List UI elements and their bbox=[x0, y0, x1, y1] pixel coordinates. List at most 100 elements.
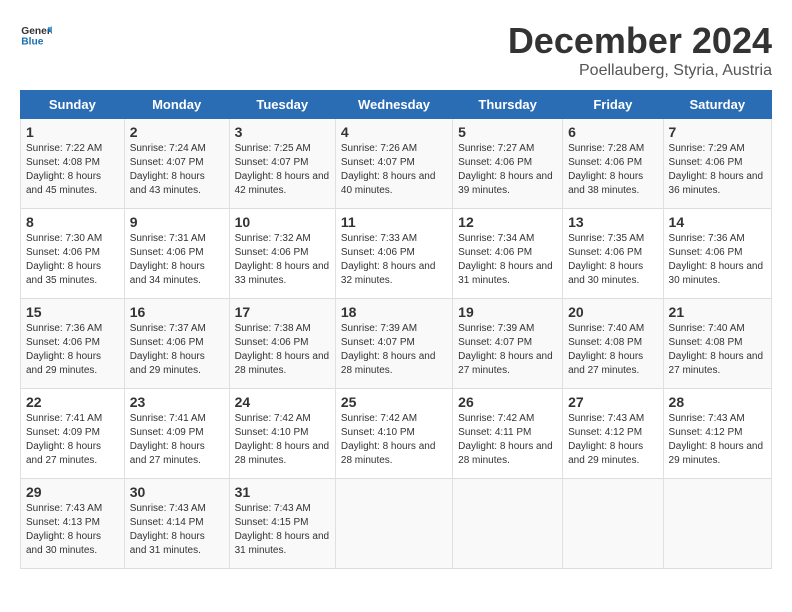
day-number: 11 bbox=[341, 214, 447, 230]
daylight-label: Daylight: 8 hours and 29 minutes. bbox=[669, 441, 764, 466]
daylight-label: Daylight: 8 hours and 31 minutes. bbox=[130, 531, 205, 556]
header: General Blue December 2024 Poellauberg, … bbox=[20, 20, 772, 80]
day-info: Sunrise: 7:43 AM Sunset: 4:14 PM Dayligh… bbox=[130, 502, 224, 558]
daylight-label: Daylight: 8 hours and 33 minutes. bbox=[235, 261, 330, 286]
calendar-week-1: 1 Sunrise: 7:22 AM Sunset: 4:08 PM Dayli… bbox=[21, 119, 772, 209]
calendar-cell: 29 Sunrise: 7:43 AM Sunset: 4:13 PM Dayl… bbox=[21, 479, 125, 569]
sunrise-label: Sunrise: 7:35 AM bbox=[568, 233, 644, 244]
calendar-cell bbox=[563, 479, 663, 569]
calendar-cell: 28 Sunrise: 7:43 AM Sunset: 4:12 PM Dayl… bbox=[663, 389, 771, 479]
calendar-cell bbox=[453, 479, 563, 569]
daylight-label: Daylight: 8 hours and 28 minutes. bbox=[235, 351, 330, 376]
sunrise-label: Sunrise: 7:43 AM bbox=[235, 503, 311, 514]
day-number: 27 bbox=[568, 394, 657, 410]
daylight-label: Daylight: 8 hours and 34 minutes. bbox=[130, 261, 205, 286]
day-info: Sunrise: 7:31 AM Sunset: 4:06 PM Dayligh… bbox=[130, 232, 224, 288]
calendar-table: Sunday Monday Tuesday Wednesday Thursday… bbox=[20, 90, 772, 569]
sunset-label: Sunset: 4:07 PM bbox=[341, 157, 415, 168]
header-monday: Monday bbox=[124, 91, 229, 119]
calendar-week-3: 15 Sunrise: 7:36 AM Sunset: 4:06 PM Dayl… bbox=[21, 299, 772, 389]
calendar-cell: 19 Sunrise: 7:39 AM Sunset: 4:07 PM Dayl… bbox=[453, 299, 563, 389]
sunrise-label: Sunrise: 7:41 AM bbox=[26, 413, 102, 424]
daylight-label: Daylight: 8 hours and 28 minutes. bbox=[341, 351, 436, 376]
day-info: Sunrise: 7:41 AM Sunset: 4:09 PM Dayligh… bbox=[130, 412, 224, 468]
sunset-label: Sunset: 4:08 PM bbox=[669, 337, 743, 348]
day-info: Sunrise: 7:25 AM Sunset: 4:07 PM Dayligh… bbox=[235, 142, 330, 198]
sunset-label: Sunset: 4:10 PM bbox=[341, 427, 415, 438]
calendar-cell: 22 Sunrise: 7:41 AM Sunset: 4:09 PM Dayl… bbox=[21, 389, 125, 479]
day-number: 12 bbox=[458, 214, 557, 230]
day-number: 4 bbox=[341, 124, 447, 140]
daylight-label: Daylight: 8 hours and 39 minutes. bbox=[458, 171, 553, 196]
calendar-header: Sunday Monday Tuesday Wednesday Thursday… bbox=[21, 91, 772, 119]
sunset-label: Sunset: 4:07 PM bbox=[341, 337, 415, 348]
calendar-subtitle: Poellauberg, Styria, Austria bbox=[508, 62, 772, 80]
sunrise-label: Sunrise: 7:27 AM bbox=[458, 143, 534, 154]
daylight-label: Daylight: 8 hours and 28 minutes. bbox=[341, 441, 436, 466]
daylight-label: Daylight: 8 hours and 27 minutes. bbox=[26, 441, 101, 466]
sunrise-label: Sunrise: 7:25 AM bbox=[235, 143, 311, 154]
sunrise-label: Sunrise: 7:39 AM bbox=[458, 323, 534, 334]
daylight-label: Daylight: 8 hours and 40 minutes. bbox=[341, 171, 436, 196]
day-number: 9 bbox=[130, 214, 224, 230]
calendar-cell: 5 Sunrise: 7:27 AM Sunset: 4:06 PM Dayli… bbox=[453, 119, 563, 209]
sunrise-label: Sunrise: 7:42 AM bbox=[458, 413, 534, 424]
day-info: Sunrise: 7:33 AM Sunset: 4:06 PM Dayligh… bbox=[341, 232, 447, 288]
sunrise-label: Sunrise: 7:43 AM bbox=[130, 503, 206, 514]
sunset-label: Sunset: 4:06 PM bbox=[235, 337, 309, 348]
day-number: 3 bbox=[235, 124, 330, 140]
calendar-cell: 4 Sunrise: 7:26 AM Sunset: 4:07 PM Dayli… bbox=[335, 119, 452, 209]
calendar-cell: 1 Sunrise: 7:22 AM Sunset: 4:08 PM Dayli… bbox=[21, 119, 125, 209]
sunset-label: Sunset: 4:06 PM bbox=[669, 157, 743, 168]
sunset-label: Sunset: 4:09 PM bbox=[130, 427, 204, 438]
sunrise-label: Sunrise: 7:36 AM bbox=[669, 233, 745, 244]
sunrise-label: Sunrise: 7:30 AM bbox=[26, 233, 102, 244]
day-number: 2 bbox=[130, 124, 224, 140]
sunset-label: Sunset: 4:12 PM bbox=[669, 427, 743, 438]
day-number: 5 bbox=[458, 124, 557, 140]
day-number: 24 bbox=[235, 394, 330, 410]
daylight-label: Daylight: 8 hours and 38 minutes. bbox=[568, 171, 643, 196]
sunset-label: Sunset: 4:06 PM bbox=[669, 247, 743, 258]
day-info: Sunrise: 7:22 AM Sunset: 4:08 PM Dayligh… bbox=[26, 142, 119, 198]
calendar-cell: 11 Sunrise: 7:33 AM Sunset: 4:06 PM Dayl… bbox=[335, 209, 452, 299]
calendar-cell: 25 Sunrise: 7:42 AM Sunset: 4:10 PM Dayl… bbox=[335, 389, 452, 479]
sunrise-label: Sunrise: 7:42 AM bbox=[235, 413, 311, 424]
day-info: Sunrise: 7:34 AM Sunset: 4:06 PM Dayligh… bbox=[458, 232, 557, 288]
sunrise-label: Sunrise: 7:38 AM bbox=[235, 323, 311, 334]
day-info: Sunrise: 7:39 AM Sunset: 4:07 PM Dayligh… bbox=[458, 322, 557, 378]
sunset-label: Sunset: 4:13 PM bbox=[26, 517, 100, 528]
daylight-label: Daylight: 8 hours and 32 minutes. bbox=[341, 261, 436, 286]
daylight-label: Daylight: 8 hours and 43 minutes. bbox=[130, 171, 205, 196]
day-number: 1 bbox=[26, 124, 119, 140]
sunrise-label: Sunrise: 7:37 AM bbox=[130, 323, 206, 334]
day-number: 10 bbox=[235, 214, 330, 230]
sunrise-label: Sunrise: 7:26 AM bbox=[341, 143, 417, 154]
sunset-label: Sunset: 4:11 PM bbox=[458, 427, 531, 438]
header-tuesday: Tuesday bbox=[229, 91, 335, 119]
sunset-label: Sunset: 4:14 PM bbox=[130, 517, 204, 528]
svg-text:Blue: Blue bbox=[21, 36, 43, 47]
day-info: Sunrise: 7:32 AM Sunset: 4:06 PM Dayligh… bbox=[235, 232, 330, 288]
day-number: 6 bbox=[568, 124, 657, 140]
calendar-cell: 26 Sunrise: 7:42 AM Sunset: 4:11 PM Dayl… bbox=[453, 389, 563, 479]
calendar-cell: 20 Sunrise: 7:40 AM Sunset: 4:08 PM Dayl… bbox=[563, 299, 663, 389]
day-number: 19 bbox=[458, 304, 557, 320]
daylight-label: Daylight: 8 hours and 29 minutes. bbox=[568, 441, 643, 466]
day-info: Sunrise: 7:43 AM Sunset: 4:13 PM Dayligh… bbox=[26, 502, 119, 558]
header-sunday: Sunday bbox=[21, 91, 125, 119]
sunset-label: Sunset: 4:06 PM bbox=[130, 337, 204, 348]
sunrise-label: Sunrise: 7:36 AM bbox=[26, 323, 102, 334]
day-number: 26 bbox=[458, 394, 557, 410]
calendar-cell: 7 Sunrise: 7:29 AM Sunset: 4:06 PM Dayli… bbox=[663, 119, 771, 209]
day-info: Sunrise: 7:30 AM Sunset: 4:06 PM Dayligh… bbox=[26, 232, 119, 288]
sunset-label: Sunset: 4:06 PM bbox=[568, 157, 642, 168]
sunrise-label: Sunrise: 7:43 AM bbox=[568, 413, 644, 424]
daylight-label: Daylight: 8 hours and 28 minutes. bbox=[235, 441, 330, 466]
calendar-cell: 21 Sunrise: 7:40 AM Sunset: 4:08 PM Dayl… bbox=[663, 299, 771, 389]
calendar-cell: 8 Sunrise: 7:30 AM Sunset: 4:06 PM Dayli… bbox=[21, 209, 125, 299]
calendar-cell: 18 Sunrise: 7:39 AM Sunset: 4:07 PM Dayl… bbox=[335, 299, 452, 389]
calendar-week-4: 22 Sunrise: 7:41 AM Sunset: 4:09 PM Dayl… bbox=[21, 389, 772, 479]
day-number: 30 bbox=[130, 484, 224, 500]
logo: General Blue bbox=[20, 20, 52, 52]
